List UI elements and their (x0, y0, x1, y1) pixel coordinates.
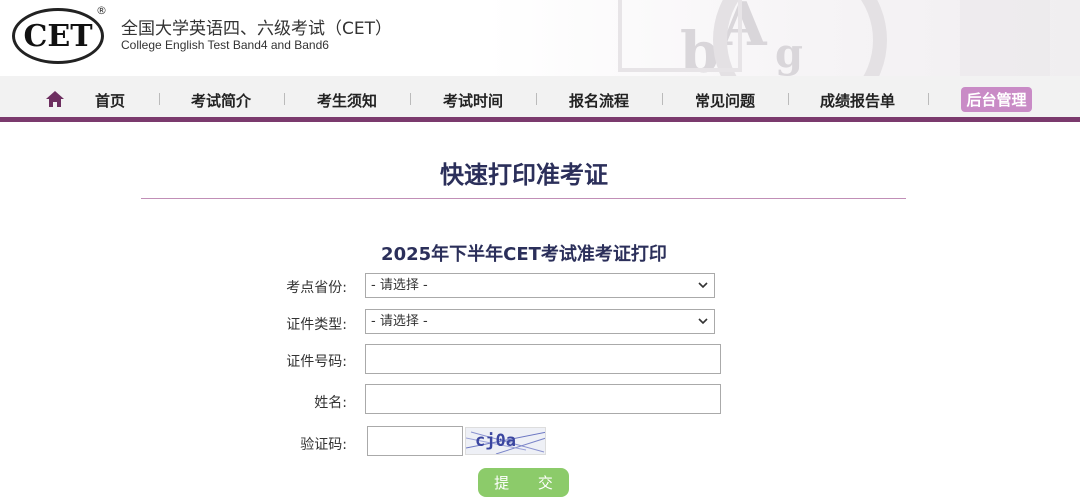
id-number-label: 证件号码: (286, 354, 347, 370)
admin-button[interactable]: 后台管理 (961, 87, 1032, 112)
site-title-en: College English Test Band4 and Band6 (121, 38, 329, 52)
chevron-down-icon (698, 318, 708, 325)
nav-separator (788, 93, 789, 105)
title-divider (141, 198, 906, 199)
name-field[interactable] (365, 384, 721, 414)
site-header: A b g CET ® 全国大学英语四、六级考试（CET） College En… (0, 0, 1080, 76)
captcha-field[interactable] (367, 426, 463, 456)
id-type-select-value: - 请选择 - (371, 314, 428, 329)
nav-item-score-report[interactable]: 成绩报告单 (820, 90, 895, 111)
page-title: 快速打印准考证 (440, 161, 608, 189)
nav-separator (284, 93, 285, 105)
captcha-label: 验证码: (300, 437, 347, 453)
nav-separator (928, 93, 929, 105)
id-number-field[interactable] (365, 344, 721, 374)
registered-mark: ® (96, 4, 107, 17)
site-title-cn: 全国大学英语四、六级考试（CET） (121, 19, 392, 39)
decorative-dictionary-graphic (618, 0, 1050, 76)
captcha-text: cj0a (475, 431, 516, 451)
id-type-label: 证件类型: (286, 317, 347, 333)
nav-item-intro[interactable]: 考试简介 (191, 90, 251, 111)
home-icon[interactable] (45, 90, 65, 108)
nav-separator (662, 93, 663, 105)
nav-separator (410, 93, 411, 105)
nav-separator (159, 93, 160, 105)
province-select-value: - 请选择 - (371, 278, 428, 293)
province-label: 考点省份: (286, 280, 347, 296)
form-title: 2025年下半年CET考试准考证打印 (381, 244, 667, 265)
name-label: 姓名: (314, 395, 347, 411)
chevron-down-icon (698, 282, 708, 289)
logo-text: CET (23, 18, 93, 54)
province-select[interactable]: - 请选择 - (365, 273, 715, 298)
nav-item-schedule[interactable]: 考试时间 (443, 90, 503, 111)
captcha-image[interactable]: cj0a (465, 427, 546, 455)
nav-item-faq[interactable]: 常见问题 (695, 90, 755, 111)
nav-separator (536, 93, 537, 105)
nav-item-registration[interactable]: 报名流程 (569, 90, 629, 111)
nav-item-notice[interactable]: 考生须知 (317, 90, 377, 111)
cet-logo[interactable]: CET (12, 8, 104, 64)
main-nav: 首页 考试简介 考生须知 考试时间 报名流程 常见问题 成绩报告单 (0, 76, 1080, 122)
nav-item-home[interactable]: 首页 (95, 90, 125, 111)
id-type-select[interactable]: - 请选择 - (365, 309, 715, 334)
submit-button[interactable]: 提 交 (478, 468, 569, 497)
